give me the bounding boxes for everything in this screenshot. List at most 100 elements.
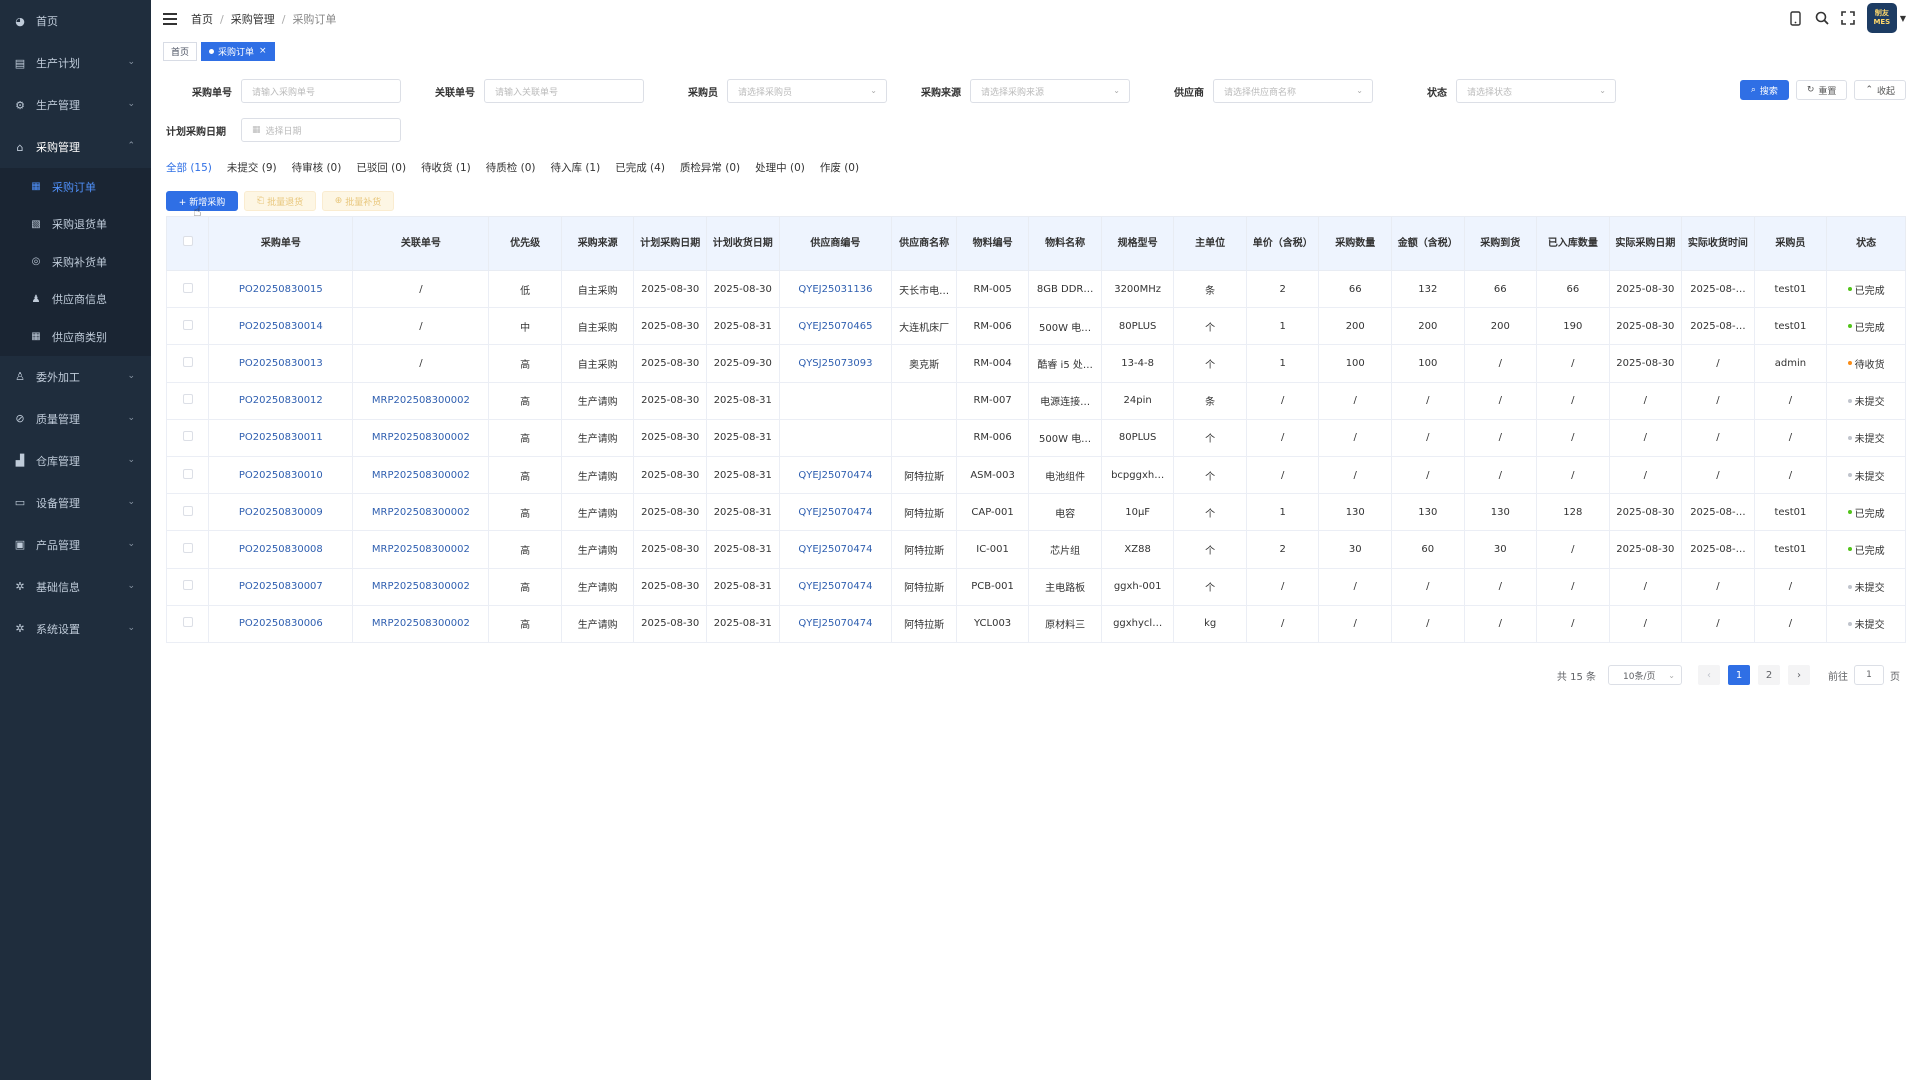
rel-no-input[interactable]: 请输入关联单号 [484,79,644,103]
row-checkbox[interactable] [182,580,193,591]
caret-down-icon[interactable]: ▼ [1900,14,1906,23]
supplier-no-link[interactable]: QYEJ25031136 [798,284,872,295]
order-no-link[interactable]: PO20250830008 [239,544,323,555]
supplier-no-link[interactable]: QYEJ25070474 [798,507,872,518]
add-purchase-button[interactable]: + 新增采购 [166,191,238,211]
status-tab-rejected[interactable]: 已驳回 (0) [356,160,406,175]
status-tab-pending-review[interactable]: 待审核 (0) [292,160,342,175]
supplier-no-link[interactable]: QYEJ25070465 [798,321,872,332]
sidebar-item-purchase-return[interactable]: ▧ 采购退货单 [0,206,151,244]
menu-item-system[interactable]: ✲ 系统设置 ⌄ [0,608,151,650]
order-no-link[interactable]: PO20250830007 [239,581,323,592]
menu-item-warehouse[interactable]: ▟ 仓库管理 ⌄ [0,440,151,482]
order-no-link[interactable]: PO20250830012 [239,395,323,406]
status-tab-void[interactable]: 作废 (0) [820,160,859,175]
row-checkbox[interactable] [182,617,193,628]
sidebar-item-supplier-info[interactable]: ♟ 供应商信息 [0,281,151,319]
row-checkbox[interactable] [182,542,193,553]
page-size-select[interactable]: 10条/页 ⌄ [1608,665,1682,685]
supplier-no-link[interactable]: QYEJ25070474 [798,618,872,629]
page-button-2[interactable]: 2 [1758,665,1780,685]
next-page-button[interactable]: › [1788,665,1810,685]
status-tab-qc-exception[interactable]: 质检异常 (0) [680,160,740,175]
related-no-link[interactable]: MRP202508300002 [372,432,470,443]
status-select[interactable]: 请选择状态 ⌄ [1456,79,1616,103]
sidebar-item-supplier-category[interactable]: ▦ 供应商类别 [0,318,151,356]
related-no-link[interactable]: MRP202508300002 [372,618,470,629]
menu-toggle-icon[interactable] [163,13,177,25]
sidebar-item-purchase-replenish[interactable]: ◎ 采购补货单 [0,243,151,281]
order-no-link[interactable]: PO20250830011 [239,432,323,443]
order-no-link[interactable]: PO20250830006 [239,618,323,629]
order-no-link[interactable]: PO20250830014 [239,321,323,332]
menu-item-basic-info[interactable]: ✲ 基础信息 ⌄ [0,566,151,608]
table-row[interactable]: PO20250830007 MRP202508300002 高生产请购 2025-08… [165,567,1906,606]
menu-item-equipment[interactable]: ▭ 设备管理 ⌄ [0,482,151,524]
avatar[interactable]: 制友 MES [1866,3,1897,33]
table-row[interactable]: PO20250830012 MRP202508300002 高生产请购 2025-08… [165,381,1906,420]
row-checkbox[interactable] [182,468,193,479]
status-tab-pending-stock[interactable]: 待入库 (1) [551,160,601,175]
row-checkbox[interactable] [182,282,193,293]
search-icon[interactable] [1813,9,1831,27]
breadcrumb-home[interactable]: 首页 [191,11,213,27]
menu-item-outsource[interactable]: ♙ 委外加工 ⌄ [0,356,151,398]
menu-item-production-plan[interactable]: ▤ 生产计划 ⌄ [0,42,151,84]
order-no-link[interactable]: PO20250830013 [239,358,323,369]
row-checkbox[interactable] [182,505,193,516]
row-checkbox[interactable] [182,319,193,330]
supplier-no-link[interactable]: QYEJ25070474 [798,544,872,555]
fullscreen-icon[interactable] [1839,9,1857,27]
status-tab-all[interactable]: 全部 (15) [166,160,212,175]
supplier-select[interactable]: 请选择供应商名称 ⌄ [1213,79,1373,103]
goto-page-input[interactable]: 1 [1854,665,1884,685]
batch-return-button[interactable]: ⎗ 批量退货 [244,191,316,211]
row-checkbox[interactable] [182,431,193,442]
supplier-no-link[interactable]: QYEJ25070474 [798,581,872,592]
search-button[interactable]: ⌕ 搜索 [1739,80,1789,100]
tag-home[interactable]: 首页 [163,41,198,61]
order-no-link[interactable]: PO20250830015 [239,284,323,295]
status-tab-pending-receipt[interactable]: 待收货 (1) [421,160,471,175]
date-picker[interactable]: ▦ 选择日期 [241,118,401,142]
table-row[interactable]: PO20250830014/中自主采购 2025-08-30 2025-08-31 Q… [165,307,1906,346]
table-row[interactable]: PO20250830009 MRP202508300002 高生产请购 2025-08… [165,493,1906,532]
supplier-no-link[interactable]: QYSJ25073093 [798,358,872,369]
table-row[interactable]: PO20250830015/低自主采购 2025-08-30 2025-08-30 Q… [165,269,1906,309]
supplier-no-link[interactable]: QYEJ25070474 [798,470,872,481]
menu-item-product[interactable]: ▣ 产品管理 ⌄ [0,524,151,566]
page-button-1[interactable]: 1 [1728,665,1750,685]
row-checkbox[interactable] [182,356,193,367]
collapse-button[interactable]: ⌃ 收起 [1854,80,1906,100]
status-tab-pending-qc[interactable]: 待质检 (0) [486,160,536,175]
tag-purchase-order[interactable]: 采购订单 × [201,41,275,61]
table-row[interactable]: PO20250830008 MRP202508300002 高生产请购 2025-08… [165,530,1906,569]
order-no-link[interactable]: PO20250830010 [239,470,323,481]
mobile-icon[interactable] [1787,9,1805,27]
table-row[interactable]: PO20250830011 MRP202508300002 高生产请购 2025-08… [165,418,1906,457]
sidebar-item-purchase-order[interactable]: ▦ 采购订单 [0,168,151,206]
select-all-checkbox[interactable] [182,236,193,246]
breadcrumb-purchase[interactable]: 采购管理 [231,11,275,27]
status-tab-completed[interactable]: 已完成 (4) [615,160,665,175]
reset-button[interactable]: ↻ 重置 [1795,80,1848,100]
order-no-link[interactable]: PO20250830009 [239,507,323,518]
order-no-input[interactable]: 请输入采购单号 [241,79,401,103]
related-no-link[interactable]: MRP202508300002 [372,507,470,518]
related-no-link[interactable]: MRP202508300002 [372,544,470,555]
table-row[interactable]: PO20250830010 MRP202508300002 高生产请购 2025-08… [165,455,1906,495]
menu-item-purchase[interactable]: ⌂ 采购管理 ⌃ [0,126,151,168]
related-no-link[interactable]: MRP202508300002 [372,395,470,406]
menu-item-home[interactable]: ◕ 首页 [0,0,151,42]
menu-item-production-mgmt[interactable]: ⚙ 生产管理 ⌄ [0,84,151,126]
buyer-select[interactable]: 请选择采购员 ⌄ [727,79,887,103]
close-icon[interactable]: × [259,46,267,56]
related-no-link[interactable]: MRP202508300002 [372,470,470,481]
status-tab-processing[interactable]: 处理中 (0) [755,160,805,175]
related-no-link[interactable]: MRP202508300002 [372,581,470,592]
row-checkbox[interactable] [182,394,193,405]
menu-item-quality[interactable]: ⊘ 质量管理 ⌄ [0,398,151,440]
source-select[interactable]: 请选择采购来源 ⌄ [970,79,1130,103]
table-row[interactable]: PO20250830013/高自主采购 2025-08-30 2025-09-30 Q… [165,344,1906,383]
batch-replenish-button[interactable]: ⊕ 批量补货 [322,191,394,211]
